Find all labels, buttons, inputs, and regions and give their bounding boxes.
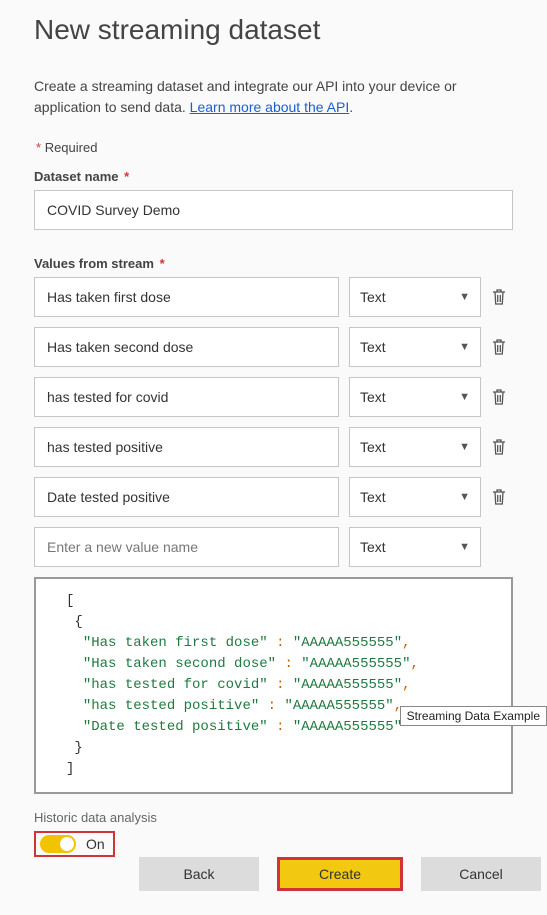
stream-value-name-input[interactable] (34, 377, 339, 417)
stream-type-value: Text (360, 489, 386, 505)
asterisk-icon: * (160, 256, 165, 271)
stream-value-name-input[interactable] (34, 327, 339, 367)
stream-type-select[interactable]: Text ▼ (349, 427, 481, 467)
values-from-stream-label: Values from stream * (34, 256, 513, 271)
tooltip: Streaming Data Example (400, 706, 547, 726)
create-button[interactable]: Create (280, 860, 400, 888)
chevron-down-icon: ▼ (459, 491, 470, 503)
stream-row: Text ▼ (34, 527, 513, 567)
chevron-down-icon: ▼ (459, 541, 470, 553)
toggle-knob (60, 837, 74, 851)
stream-row: Text ▼ (34, 477, 513, 517)
stream-type-value: Text (360, 289, 386, 305)
button-bar: Back Create Cancel (139, 857, 541, 891)
intro-text: Create a streaming dataset and integrate… (34, 76, 513, 118)
stream-type-value: Text (360, 339, 386, 355)
json-preview: [ { "Has taken first dose" : "AAAAA55555… (34, 577, 513, 794)
stream-value-name-input[interactable] (34, 277, 339, 317)
stream-row: Text ▼ (34, 277, 513, 317)
stream-type-value: Text (360, 389, 386, 405)
page-title: New streaming dataset (34, 14, 513, 46)
chevron-down-icon: ▼ (459, 441, 470, 453)
chevron-down-icon: ▼ (459, 341, 470, 353)
delete-icon[interactable] (491, 388, 509, 406)
stream-type-select[interactable]: Text ▼ (349, 327, 481, 367)
chevron-down-icon: ▼ (459, 291, 470, 303)
asterisk-icon: * (124, 169, 129, 184)
back-button[interactable]: Back (139, 857, 259, 891)
historic-analysis-label: Historic data analysis (34, 810, 513, 825)
create-button-highlight: Create (277, 857, 403, 891)
stream-type-select[interactable]: Text ▼ (349, 477, 481, 517)
stream-type-select[interactable]: Text ▼ (349, 527, 481, 567)
stream-type-select[interactable]: Text ▼ (349, 377, 481, 417)
delete-icon[interactable] (491, 288, 509, 306)
delete-icon[interactable] (491, 488, 509, 506)
stream-type-value: Text (360, 439, 386, 455)
stream-value-name-input[interactable] (34, 527, 339, 567)
historic-toggle[interactable] (40, 835, 76, 853)
asterisk-icon: * (36, 140, 41, 155)
stream-row: Text ▼ (34, 377, 513, 417)
cancel-button[interactable]: Cancel (421, 857, 541, 891)
required-note: * Required (34, 140, 513, 155)
historic-toggle-highlight: On (34, 831, 115, 857)
stream-value-name-input[interactable] (34, 477, 339, 517)
dataset-name-label: Dataset name * (34, 169, 513, 184)
stream-row: Text ▼ (34, 327, 513, 367)
stream-type-value: Text (360, 539, 386, 555)
learn-more-link[interactable]: Learn more about the API (190, 99, 350, 115)
dataset-name-input[interactable] (34, 190, 513, 230)
stream-value-name-input[interactable] (34, 427, 339, 467)
delete-icon[interactable] (491, 438, 509, 456)
delete-icon[interactable] (491, 338, 509, 356)
historic-toggle-state: On (86, 836, 105, 852)
stream-type-select[interactable]: Text ▼ (349, 277, 481, 317)
stream-row: Text ▼ (34, 427, 513, 467)
chevron-down-icon: ▼ (459, 391, 470, 403)
